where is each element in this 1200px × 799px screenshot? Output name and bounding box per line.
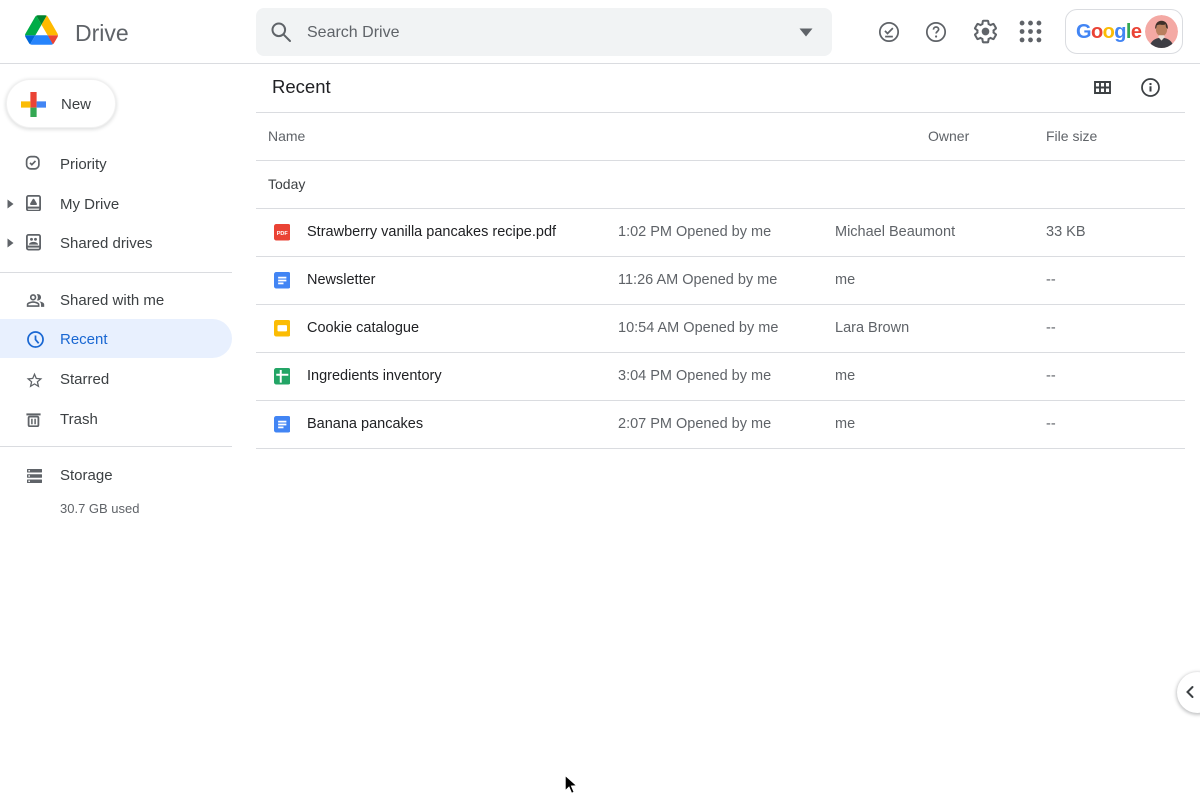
svg-text:PDF: PDF xyxy=(276,231,288,237)
